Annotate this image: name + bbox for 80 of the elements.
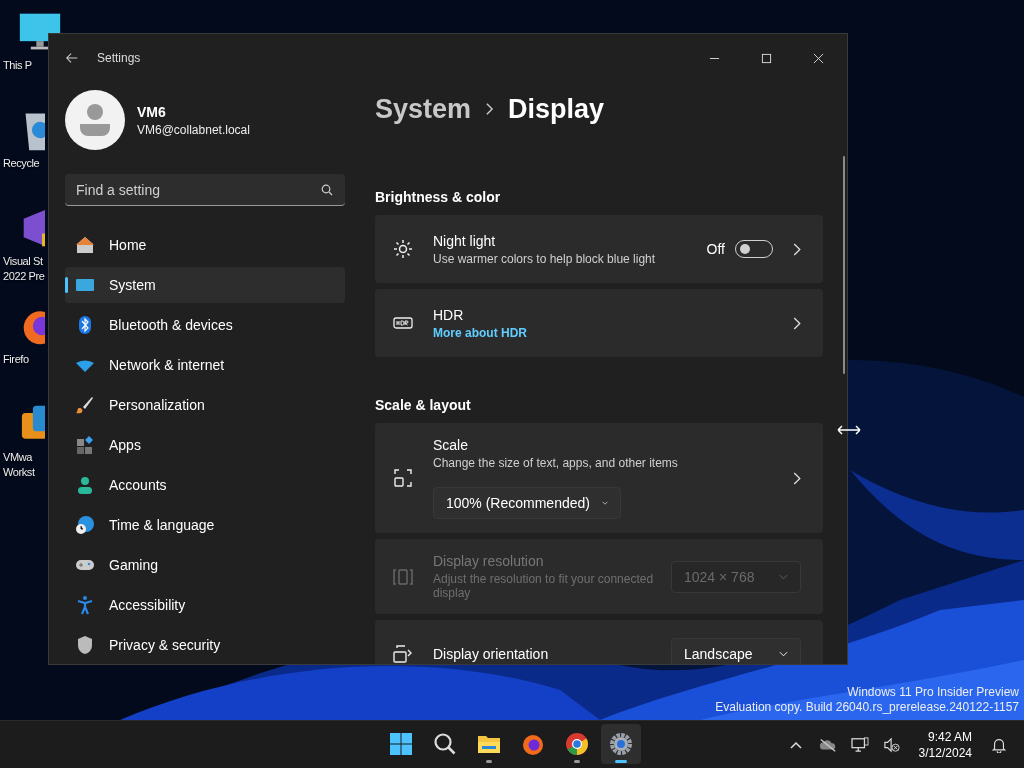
nav-item[interactable]: Network & internet [65,347,345,383]
browser-icon [565,732,589,756]
search-icon [433,732,457,756]
sun-icon [393,239,413,259]
setting-description: Change the size of text, apps, and other items [433,456,679,470]
nav-item[interactable]: Accounts [65,467,345,503]
nav-item[interactable]: Privacy & security [65,627,345,663]
user-email: VM6@collabnet.local [137,122,250,137]
desktop-icon-label: 2022 Pre [3,269,45,284]
orientation-icon [393,644,413,664]
resolution-icon [393,566,413,587]
nav-item[interactable]: Bluetooth & devices [65,307,345,343]
nav-item[interactable]: Accessibility [65,587,345,623]
cloud-off-icon[interactable] [818,736,837,753]
shield-icon [75,635,95,655]
dropdown[interactable]: Landscape [671,638,801,664]
window-title: Settings [97,51,141,65]
back-arrow-icon[interactable] [65,51,79,65]
setting-card[interactable]: Display orientation Landscape [375,620,823,664]
brush-icon [75,395,95,415]
chevron-down-icon [779,651,788,657]
accounts-icon [75,475,95,495]
desktop-icon-label: Visual St [3,254,43,269]
network-icon[interactable] [850,736,869,753]
settings-icon [609,732,633,756]
breadcrumb-parent[interactable]: System [375,93,472,125]
scale-dropdown[interactable]: 100% (Recommended) [433,487,621,519]
setting-card[interactable]: Scale Change the size of text, apps, and other items 100% (Recommended) [375,423,823,533]
home-icon [75,235,95,255]
avatar-icon[interactable] [65,90,125,150]
desktop-icon-label: This P [3,58,32,73]
fox-globe-icon [521,732,545,756]
nav-item[interactable]: Personalization [65,387,345,423]
desktop-icon-label: Firefo [3,352,29,367]
accessibility-icon [75,595,95,615]
taskbar-button[interactable] [601,724,641,764]
close-icon[interactable] [813,52,824,64]
desktop-icon-label: Workst [3,465,35,480]
search-field[interactable]: Find a setting [65,174,345,206]
chevron-right-icon[interactable] [793,242,801,256]
time-icon [75,515,95,535]
apps-icon [75,435,95,455]
maximize-icon[interactable] [761,52,772,64]
chevron-down-icon [779,573,788,580]
chevron-right-icon [485,102,495,116]
page-title: Display [508,93,605,125]
setting-title: Night light [433,232,497,249]
hdr-link[interactable]: More about HDR [433,325,793,340]
search-icon[interactable] [321,184,333,196]
chevron-right-icon[interactable] [793,316,801,330]
setting-description: Adjust the resolution to fit your connected display [433,572,655,600]
resize-cursor-icon [837,425,861,435]
setting-title: Display resolution [433,553,545,569]
user-name: VM6 [137,103,167,120]
windows-logo-icon [389,732,413,756]
setting-title: Display orientation [433,646,550,662]
scrollbar-thumb[interactable] [843,156,845,374]
nav-item[interactable]: Time & language [65,507,345,543]
clock[interactable]: 9:42 AM 3/12/2024 [918,728,972,761]
scale-icon [393,468,413,488]
setting-description: Use warmer colors to help block blue light [433,251,657,266]
nav-item[interactable]: Apps [65,427,345,463]
nav-item[interactable]: System [65,267,345,303]
setting-title: Scale [433,437,470,453]
setting-card[interactable]: Night light Use warmer colors to help block blue light Off [375,215,823,283]
desktop-icon-label: Recycle [3,156,40,171]
bell-icon[interactable] [990,736,1008,753]
section-heading: Brightness & color [375,189,502,205]
nav-item[interactable]: Gaming [65,547,345,583]
build-watermark-text: Windows 11 Pro Insider Preview [847,685,1019,700]
desktop-icon-label: VMwa [3,450,32,465]
volume-muted-icon[interactable] [882,736,901,753]
setting-card[interactable]: HDR More about HDR [375,289,823,357]
nav-item[interactable]: Home [65,227,345,263]
setting-title: HDR [433,306,465,323]
chevron-right-icon[interactable] [793,471,801,485]
build-watermark-text: Evaluation copy. Build 26040.rs_prerelease.240122-1157 [715,700,1019,715]
section-heading: Scale & layout [375,397,472,413]
chevron-down-icon [601,500,608,506]
toggle-state-label: Off [706,241,725,257]
